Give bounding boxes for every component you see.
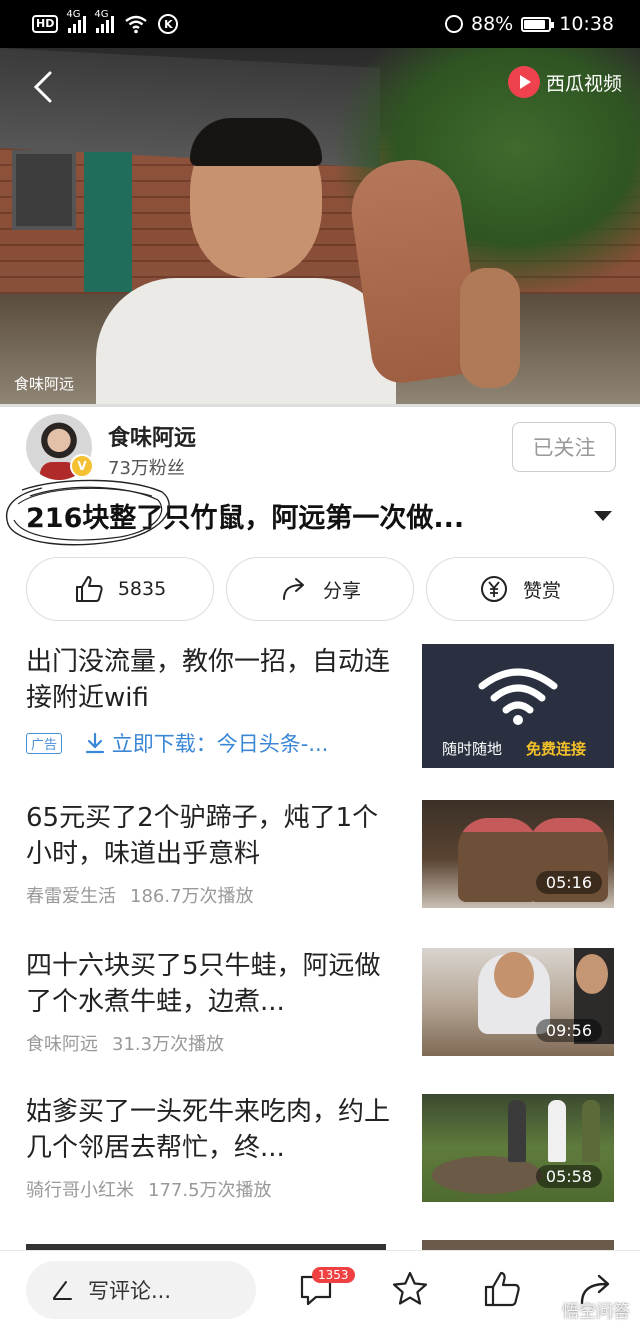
feed-item-title: 65元买了2个驴蹄子，炖了1个小时，味道出乎意料 (26, 803, 379, 869)
video-duration: 05:16 (535, 871, 602, 894)
feed-item-source: 春雷爱生活 (26, 886, 116, 907)
video-scene-hand (460, 268, 520, 388)
expand-arrow-icon[interactable] (594, 511, 612, 521)
comment-count-badge: 1353 (312, 1267, 355, 1283)
hd-icon: HD (32, 15, 59, 33)
download-icon (85, 732, 104, 754)
video-scene-window (12, 150, 76, 230)
back-button[interactable] (30, 70, 60, 103)
like-count: 5835 (117, 578, 167, 600)
pencil-icon (53, 1281, 72, 1300)
feed-item-plays: 186.7万次播放 (130, 886, 254, 907)
feed-item-meta: 食味阿远 31.3万次播放 (26, 1030, 224, 1056)
feed-item[interactable]: 姑爹买了一头死牛来吃肉，约上几个邻居去帮忙，终... 骑行哥小红米 177.5万次… (26, 1094, 614, 1204)
signal-icon-2: 4G (94, 9, 115, 33)
feed-item-meta: 骑行哥小红米 177.5万次播放 (26, 1176, 272, 1202)
xigua-brand: 西瓜视频 (507, 66, 622, 98)
share-button[interactable]: 分享 (226, 557, 414, 621)
ad-thumbnail[interactable]: 随时随地 免费连接 (422, 644, 614, 768)
feed-item[interactable]: 四十六块买了5只牛蛙，阿远做了个水煮牛蛙，边煮... 食味阿远 31.3万次播放 … (26, 948, 614, 1058)
ad-meta: 广告 立即下载：今日头条-... (26, 728, 328, 758)
video-duration: 05:58 (535, 1165, 602, 1188)
status-right: 88% 10:38 (445, 13, 614, 35)
yen-coin-icon (480, 576, 507, 602)
clock: 10:38 (559, 13, 614, 35)
video-scene-person (96, 118, 396, 404)
scribble-annotation (6, 479, 170, 546)
k-app-icon: K (158, 14, 179, 34)
wifi-icon (478, 668, 558, 725)
ad-item[interactable]: 出门没流量，教你一招，自动连接附近wifi 广告 立即下载：今日头条-... 随… (26, 644, 614, 770)
ad-tag: 广告 (26, 732, 63, 754)
xigua-brand-label: 西瓜视频 (545, 72, 622, 95)
network-type-label-2: 4G (94, 9, 109, 20)
network-type-label: 4G (66, 9, 81, 20)
feed-item-source: 骑行哥小红米 (26, 1180, 134, 1201)
video-player[interactable]: 西瓜视频 食味阿远 (0, 48, 640, 404)
ad-thumb-caption-left: 随时随地 (442, 740, 503, 758)
video-watermark: 食味阿远 (14, 375, 75, 393)
comment-placeholder: 写评论... (88, 1279, 172, 1303)
share-label: 分享 (322, 579, 361, 602)
wifi-icon (125, 15, 148, 34)
battery-icon (521, 16, 555, 32)
alarm-icon (445, 15, 463, 33)
reward-label: 赞赏 (522, 579, 561, 602)
signal-icon: 4G (66, 9, 87, 33)
feed-item[interactable]: 65元买了2个驴蹄子，炖了1个小时，味道出乎意料 春雷爱生活 186.7万次播放 … (26, 800, 614, 910)
thumbs-up-icon (75, 576, 103, 602)
ad-download-link[interactable]: 立即下载：今日头条-... (112, 732, 329, 756)
author-name[interactable]: 食味阿远 (108, 420, 196, 452)
feed-item-plays: 177.5万次播放 (148, 1180, 272, 1201)
status-left: HD 4G 4G K (32, 9, 179, 34)
share-arrow-icon (282, 578, 304, 600)
feed-item-plays: 31.3万次播放 (112, 1034, 225, 1055)
feed-item-thumbnail[interactable]: 05:16 (422, 800, 614, 908)
ad-title: 出门没流量，教你一招，自动连接附近wifi (26, 647, 391, 713)
xigua-logo-icon (507, 66, 540, 98)
comment-input[interactable]: 写评论... (26, 1261, 256, 1319)
feed-item-thumbnail[interactable]: 05:58 (422, 1094, 614, 1202)
ad-thumb-caption-right: 免费连接 (526, 740, 587, 758)
watermark: 悟空问答 (562, 1302, 630, 1322)
battery-fill (524, 19, 546, 29)
reward-button[interactable]: 赞赏 (426, 557, 614, 621)
thumbs-up-icon[interactable] (482, 1269, 522, 1309)
action-buttons: 5835 分享 赞赏 (26, 557, 614, 623)
like-button[interactable]: 5835 (26, 557, 214, 621)
feed-item-meta: 春雷爱生活 186.7万次播放 (26, 882, 254, 908)
feed-item-source: 食味阿远 (26, 1034, 98, 1055)
feed-next-item-cut (26, 1240, 614, 1250)
battery-percent: 88% (471, 13, 514, 35)
star-icon[interactable] (390, 1269, 430, 1309)
feed-item-thumbnail[interactable]: 09:56 (422, 948, 614, 1056)
video-progress-track[interactable] (0, 404, 640, 407)
feed-item-title: 姑爹买了一头死牛来吃肉，约上几个邻居去帮忙，终... (26, 1097, 391, 1163)
video-duration: 09:56 (535, 1019, 602, 1042)
chevron-left-icon (33, 71, 52, 103)
feed-item-title: 四十六块买了5只牛蛙，阿远做了个水煮牛蛙，边煮... (26, 951, 381, 1017)
follow-button[interactable]: 已关注 (512, 422, 616, 472)
status-bar: HD 4G 4G K 88% 10:38 (0, 0, 640, 48)
bottom-bar: 写评论... 1353 悟空问答 (0, 1250, 640, 1330)
